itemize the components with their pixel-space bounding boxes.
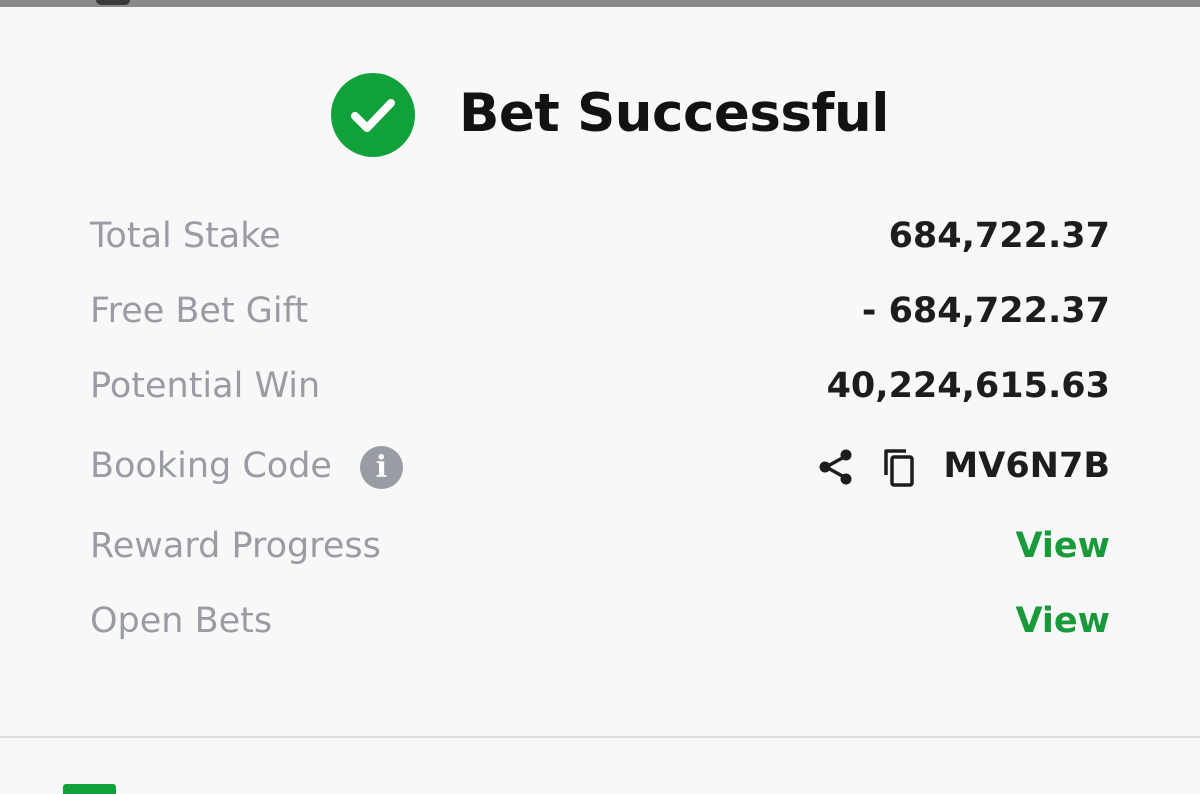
open-bets-label: Open Bets bbox=[90, 601, 273, 641]
free-bet-gift-label: Free Bet Gift bbox=[90, 291, 309, 331]
bet-success-header: Bet Successful bbox=[0, 70, 1200, 160]
green-checkbox-partial[interactable] bbox=[63, 784, 116, 794]
booking-code-row: Booking Code i MV6N7B bbox=[90, 436, 1110, 496]
section-divider bbox=[0, 736, 1200, 738]
open-bets-row: Open Bets View bbox=[90, 591, 1110, 651]
top-bar-handle bbox=[96, 0, 130, 5]
share-icon[interactable] bbox=[814, 445, 858, 489]
reward-progress-label: Reward Progress bbox=[90, 526, 381, 566]
potential-win-value: 40,224,615.63 bbox=[826, 366, 1110, 406]
total-stake-value: 684,722.37 bbox=[888, 216, 1110, 256]
booking-code-value[interactable]: MV6N7B bbox=[943, 436, 1110, 496]
top-bar bbox=[0, 0, 1200, 7]
check-circle-icon bbox=[331, 73, 415, 157]
open-bets-view-link[interactable]: View bbox=[1015, 591, 1110, 651]
copy-icon[interactable] bbox=[880, 445, 924, 489]
page-title: Bet Successful bbox=[459, 83, 889, 144]
booking-code-label: Booking Code bbox=[90, 446, 332, 486]
free-bet-gift-row: Free Bet Gift - 684,722.37 bbox=[90, 281, 1110, 341]
total-stake-row: Total Stake 684,722.37 bbox=[90, 206, 1110, 266]
total-stake-label: Total Stake bbox=[90, 216, 281, 256]
info-icon[interactable]: i bbox=[360, 446, 403, 489]
potential-win-label: Potential Win bbox=[90, 366, 321, 406]
reward-progress-row: Reward Progress View bbox=[90, 516, 1110, 576]
free-bet-gift-value: - 684,722.37 bbox=[861, 291, 1110, 331]
potential-win-row: Potential Win 40,224,615.63 bbox=[90, 356, 1110, 416]
reward-progress-view-link[interactable]: View bbox=[1015, 516, 1110, 576]
